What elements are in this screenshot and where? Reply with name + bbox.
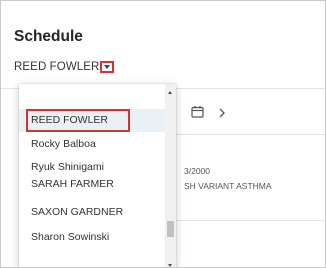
chevron-right-icon[interactable] [218, 105, 226, 123]
appointment-diagnosis: SH VARIANT ASTHMA [184, 181, 272, 191]
calendar-icon[interactable] [191, 105, 204, 123]
divider [174, 134, 325, 135]
dropdown-item-saxon-gardner[interactable]: SAXON GARDNER [19, 202, 165, 222]
date-toolbar [191, 105, 226, 123]
scroll-thumb[interactable] [167, 221, 174, 237]
dropdown-item-sarah-farmer[interactable]: SARAH FARMER [19, 176, 165, 193]
patient-dropdown-toggle[interactable] [100, 61, 115, 73]
patient-dropdown-menu: REED FOWLER Rocky Balboa Ryuk Shinigami … [19, 84, 176, 267]
divider [174, 220, 325, 221]
dropdown-item-rocky-balboa[interactable]: Rocky Balboa [19, 134, 165, 154]
caret-down-icon [104, 65, 111, 69]
schedule-panel: Schedule REED FOWLER 3/2000 SH VARIANT A… [0, 0, 326, 268]
scroll-down-icon[interactable] [168, 264, 172, 267]
scroll-up-icon[interactable] [168, 91, 172, 94]
dropdown-item-ryuk-shinigami[interactable]: Ryuk Shinigami [19, 159, 165, 176]
patient-selector[interactable]: REED FOWLER [14, 61, 115, 73]
appointment-date: 3/2000 [184, 166, 210, 176]
page-title: Schedule [14, 28, 83, 45]
dropdown-item-sharon-sowinski[interactable]: Sharon Sowinski [19, 227, 165, 247]
dropdown-item-reed-fowler[interactable]: REED FOWLER [19, 109, 165, 132]
patient-selector-label: REED FOWLER [14, 61, 100, 73]
dropdown-scrollbar[interactable] [165, 84, 176, 267]
